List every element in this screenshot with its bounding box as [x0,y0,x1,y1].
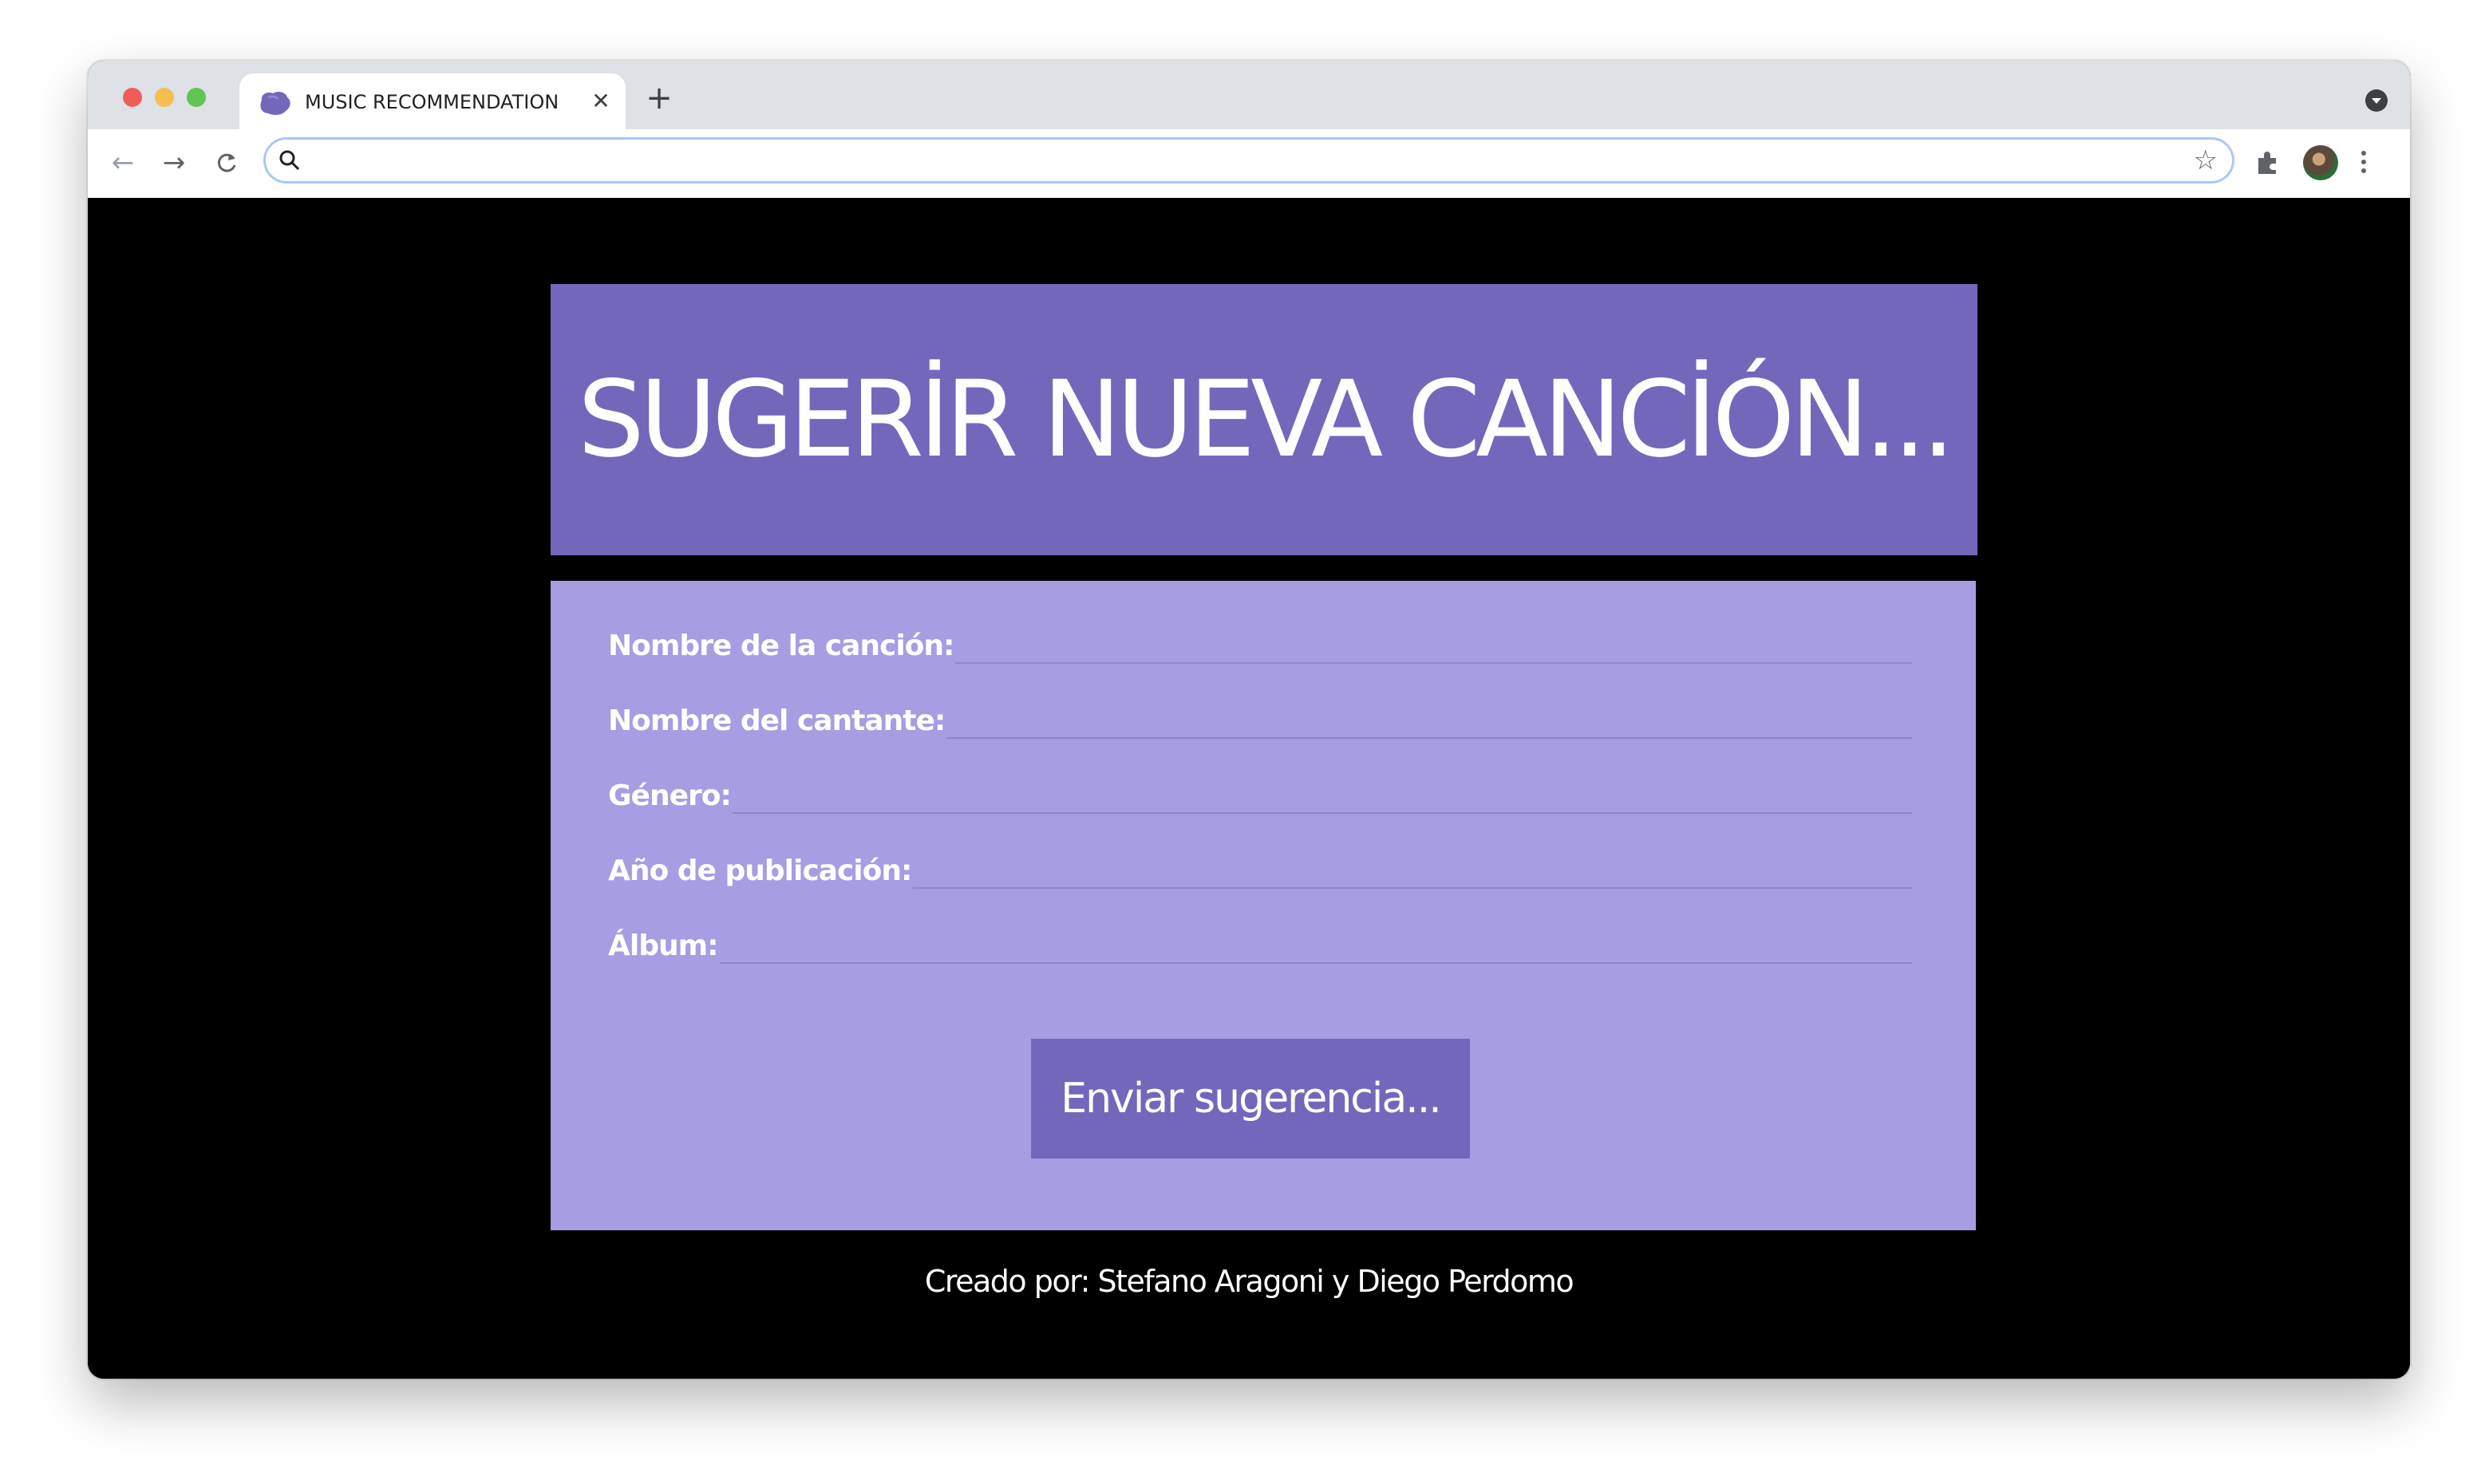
new-tab-button[interactable]: + [643,82,675,115]
singer-name-row: Nombre del cantante: [608,699,1912,739]
address-bar[interactable]: ☆ [263,137,2234,184]
tab-close-icon[interactable]: ✕ [587,88,614,115]
minimize-window-button[interactable] [155,88,174,107]
reload-icon[interactable] [209,145,244,180]
purple-blob-icon [260,91,290,115]
footer-credits: Creado por: Stefano Aragoni y Diego Perd… [924,1264,1574,1299]
submit-suggestion-button[interactable]: Enviar sugerencia... [1031,1039,1470,1158]
album-input[interactable] [719,935,1912,964]
maximize-window-button[interactable] [187,88,206,107]
song-name-row: Nombre de la canción: [608,624,1912,664]
arrow-right-icon[interactable]: → [156,145,192,180]
profile-avatar[interactable] [2303,145,2338,180]
song-name-input[interactable] [955,635,1912,664]
browser-window: MUSIC RECOMMENDATION ✕ + ← → ☆ SUGERİR N… [88,61,2410,1379]
puzzle-icon[interactable] [2254,148,2282,177]
browser-toolbar: ← → ☆ [88,129,2410,199]
page-viewport: SUGERİR NUEVA CANCİÓN... Nombre de la ca… [88,198,2410,1379]
tab-search-icon[interactable] [2365,89,2388,112]
star-icon[interactable]: ☆ [2194,144,2218,176]
arrow-left-icon[interactable]: ← [105,145,140,180]
singer-name-label: Nombre del cantante: [608,705,946,737]
kebab-menu-icon[interactable] [2354,147,2373,179]
singer-name-input[interactable] [946,710,1912,739]
release-year-row: Año de publicación: [608,849,1912,889]
tab-title: MUSIC RECOMMENDATION [305,91,559,113]
tab-strip: MUSIC RECOMMENDATION ✕ + [88,61,2410,129]
genre-row: Género: [608,774,1912,814]
suggest-song-form: Nombre de la canción: Nombre del cantant… [551,581,1976,1230]
tab-music-recommendation[interactable]: MUSIC RECOMMENDATION ✕ [239,73,626,129]
release-year-label: Año de publicación: [608,854,912,887]
search-icon [279,150,300,171]
page-header: SUGERİR NUEVA CANCİÓN... [551,284,1977,555]
release-year-input[interactable] [913,860,1912,889]
song-name-label: Nombre de la canción: [608,630,954,662]
address-input[interactable] [314,144,2152,178]
genre-input[interactable] [732,785,1912,814]
page-title: SUGERİR NUEVA CANCİÓN... [577,358,1955,481]
album-row: Álbum: [608,924,1912,964]
album-label: Álbum: [608,929,719,962]
close-window-button[interactable] [123,88,142,107]
genre-label: Género: [608,779,732,812]
